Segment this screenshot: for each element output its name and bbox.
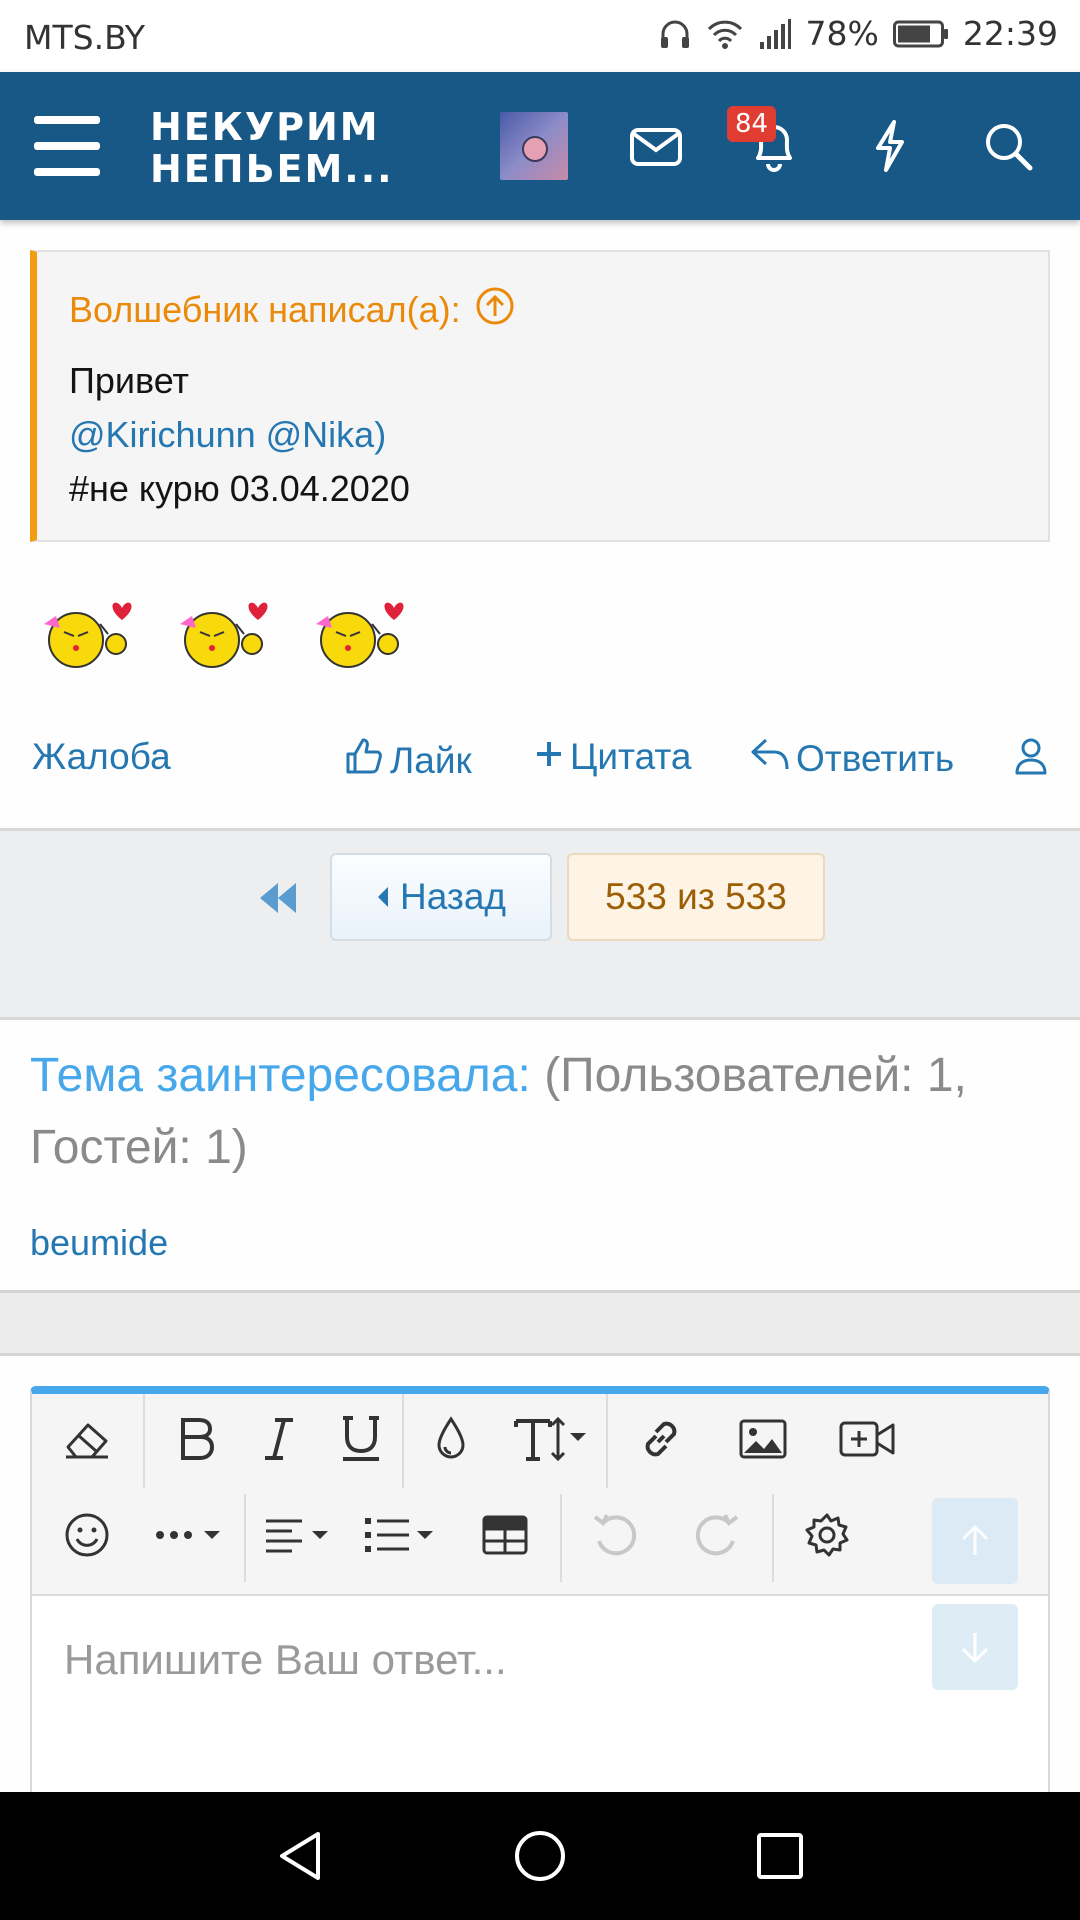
- image-icon[interactable]: [728, 1404, 798, 1474]
- first-page-icon[interactable]: [256, 881, 300, 920]
- video-icon[interactable]: [832, 1404, 902, 1474]
- page: MTS.BY 78% 22:39 НЕКУРИМ НЕПЬЕМ... 84 Во…: [0, 0, 1080, 1920]
- interested-label[interactable]: Тема заинтересовала:: [30, 1049, 531, 1102]
- link-icon[interactable]: [626, 1404, 696, 1474]
- lightning-icon[interactable]: [862, 118, 918, 174]
- search-icon[interactable]: [980, 118, 1036, 174]
- eraser-icon[interactable]: [52, 1404, 122, 1474]
- headphones-icon: [658, 17, 692, 51]
- status-bar: MTS.BY 78% 22:39: [0, 0, 1080, 72]
- back-button[interactable]: Назад: [330, 853, 552, 941]
- font-size-icon[interactable]: [508, 1404, 598, 1474]
- quote-header[interactable]: Волшебник написал(а):: [37, 252, 1048, 344]
- more-options-icon[interactable]: [150, 1500, 230, 1570]
- site-logo[interactable]: НЕКУРИМ НЕПЬЕМ...: [150, 106, 394, 190]
- redo-icon[interactable]: [682, 1500, 752, 1570]
- reply-label: Ответить: [796, 737, 955, 779]
- notification-badge: 84: [727, 106, 777, 142]
- menu-icon[interactable]: [34, 116, 100, 176]
- smiley-icon[interactable]: [52, 1500, 122, 1570]
- kiss-smiley-icon: [30, 594, 144, 676]
- quote-block: Волшебник написал(а): Привет @Kirichunn …: [30, 250, 1050, 542]
- current-page[interactable]: 533 из 533: [567, 853, 825, 941]
- reply-textarea[interactable]: Напишите Ваш ответ...: [32, 1594, 1048, 1804]
- mail-icon[interactable]: [628, 118, 684, 174]
- like-button[interactable]: Лайк: [344, 736, 472, 785]
- battery-icon: [892, 19, 949, 49]
- wifi-icon: [706, 17, 744, 51]
- bold-icon[interactable]: [162, 1404, 232, 1474]
- plus-icon: [534, 736, 564, 778]
- underline-icon[interactable]: [326, 1404, 396, 1474]
- recents-nav-icon[interactable]: [750, 1826, 810, 1886]
- table-icon[interactable]: [470, 1500, 540, 1570]
- quote-body: Привет @Kirichunn @Nika) #не курю 03.04.…: [37, 344, 1048, 526]
- back-label: Назад: [399, 876, 506, 917]
- logo-line-2: НЕПЬЕМ...: [150, 147, 394, 191]
- reply-editor: Напишите Ваш ответ...: [30, 1386, 1050, 1806]
- editor-toolbar-row-1: [32, 1394, 1048, 1490]
- quote-mentions[interactable]: @Kirichunn @Nika): [69, 408, 1016, 462]
- thumbs-up-icon: [344, 736, 384, 785]
- quote-line-3: #не курю 03.04.2020: [69, 468, 410, 509]
- text-color-icon[interactable]: [416, 1404, 486, 1474]
- section-divider: [0, 1290, 1080, 1356]
- italic-icon[interactable]: [244, 1404, 314, 1474]
- kiss-smiley-icon: [166, 594, 280, 676]
- report-label: Жалоба: [32, 736, 171, 777]
- battery-percent: 78%: [805, 14, 879, 53]
- kiss-smiley-icon: [302, 594, 416, 676]
- list-icon[interactable]: [360, 1500, 444, 1570]
- align-icon[interactable]: [258, 1500, 342, 1570]
- editor-toolbar-row-2: [32, 1490, 1048, 1586]
- scroll-up-button[interactable]: [932, 1498, 1018, 1584]
- quote-author[interactable]: Волшебник написал(а):: [69, 289, 461, 331]
- carrier-name: MTS.BY: [24, 18, 146, 57]
- arrow-up-circle-icon[interactable]: [475, 286, 515, 335]
- user-icon[interactable]: [1014, 736, 1048, 776]
- home-nav-icon[interactable]: [510, 1826, 570, 1886]
- clock-time: 22:39: [962, 14, 1058, 53]
- like-label: Лайк: [390, 739, 472, 781]
- reply-button[interactable]: Ответить: [750, 736, 954, 781]
- caret-left-icon: [376, 876, 390, 918]
- post-actions: Жалоба Лайк Цитата Ответить: [0, 730, 1080, 790]
- site-header: НЕКУРИМ НЕПЬЕМ... 84: [0, 72, 1080, 220]
- signal-icon: [758, 18, 792, 50]
- system-nav-bar: [0, 1792, 1080, 1920]
- quote-button[interactable]: Цитата: [534, 736, 691, 778]
- user-avatar[interactable]: [500, 112, 568, 180]
- quote-line-1: Привет: [69, 360, 190, 401]
- report-link[interactable]: Жалоба: [32, 736, 171, 778]
- undo-icon[interactable]: [580, 1500, 650, 1570]
- pagination: Назад 533 из 533: [0, 828, 1080, 1020]
- smiley-row: [30, 594, 416, 676]
- quote-label: Цитата: [570, 736, 692, 777]
- reply-icon: [750, 736, 790, 781]
- back-nav-icon[interactable]: [270, 1826, 330, 1886]
- reply-placeholder: Напишите Ваш ответ...: [64, 1636, 507, 1683]
- interested-users: Тема заинтересовала: (Пользователей: 1, …: [30, 1040, 1060, 1184]
- scroll-down-button[interactable]: [932, 1604, 1018, 1690]
- interested-user-link[interactable]: beumide: [30, 1222, 168, 1264]
- logo-line-1: НЕКУРИМ: [150, 105, 380, 149]
- gear-icon[interactable]: [792, 1500, 862, 1570]
